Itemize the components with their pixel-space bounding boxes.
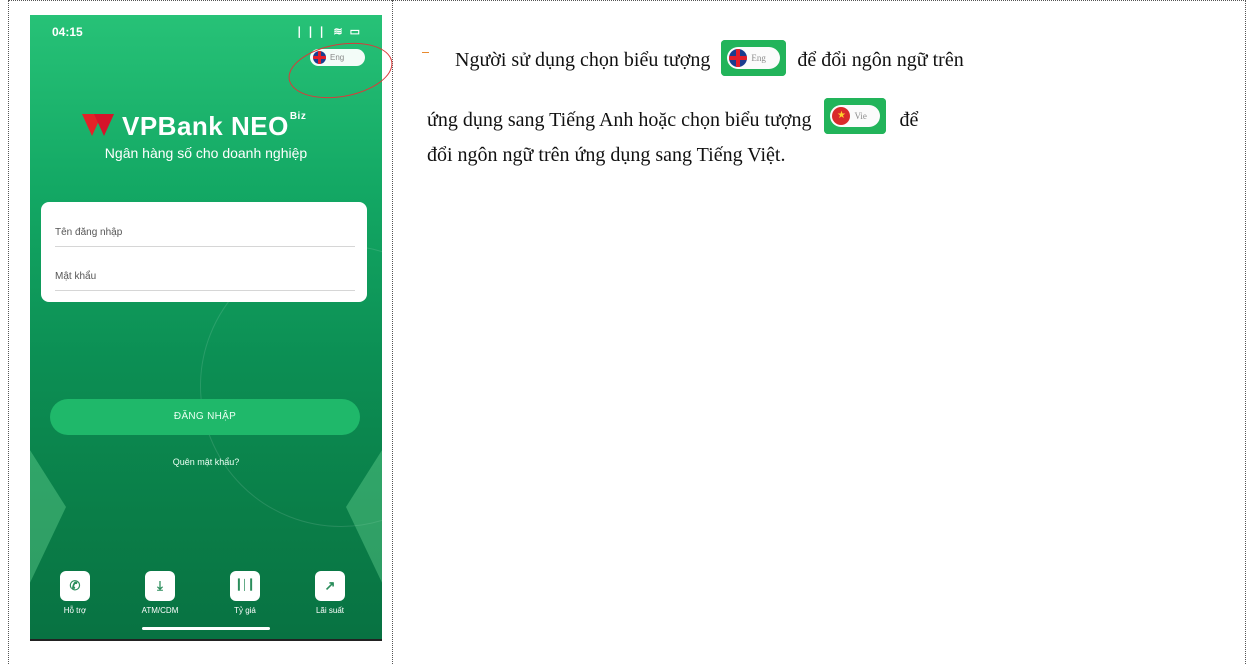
uk-flag-icon	[729, 49, 748, 67]
password-placeholder: Mật khẩu	[55, 271, 97, 282]
instruction-line-2: ứng dụng sang Tiếng Anh hoặc chọn biểu t…	[427, 98, 918, 134]
forgot-password-link[interactable]: Quên mật khẩu?	[30, 457, 382, 467]
password-field[interactable]: Mật khẩu	[55, 264, 355, 291]
phone-bottom-border	[30, 639, 382, 641]
nav-label: ATM/CDM	[141, 606, 179, 615]
vie-chip-image: ★ Vie	[824, 98, 887, 134]
nav-item-interest-rate[interactable]: ↗ Lãi suất	[295, 571, 365, 615]
instruction-line-1: Người sử dụng chọn biểu tượng Eng để đổi…	[455, 40, 964, 76]
column-divider	[392, 0, 393, 664]
phone-screenshot: 04:15 ❘❘❘ ≋ ▭ Eng VPBank NEOBiz Ngân hàn…	[30, 15, 382, 639]
bar-chart-icon: ┃│┃	[230, 571, 260, 601]
decorative-right-shape	[346, 447, 382, 587]
instruction-line-3: đổi ngôn ngữ trên ứng dụng sang Tiếng Vi…	[427, 144, 786, 166]
nav-item-exchange-rate[interactable]: ┃│┃ Tỷ giá	[210, 571, 280, 615]
username-field[interactable]: Tên đăng nhập	[55, 220, 355, 247]
nav-item-support[interactable]: ✆ Hỗ trợ	[40, 571, 110, 615]
download-icon: ⤓	[145, 571, 175, 601]
eng-chip-image: Eng	[721, 40, 787, 76]
status-icons: ❘❘❘ ≋ ▭	[294, 26, 362, 38]
brand-name: VPBank NEOBiz	[122, 110, 307, 141]
tagline: Ngân hàng số cho doanh nghiệp	[104, 145, 308, 161]
home-indicator	[142, 627, 270, 630]
nav-label: Hỗ trợ	[63, 606, 87, 615]
brand-logo: VPBank NEOBiz	[80, 111, 380, 141]
login-form: Tên đăng nhập Mật khẩu	[41, 202, 367, 302]
username-placeholder: Tên đăng nhập	[55, 227, 123, 238]
nav-label: Lãi suất	[315, 606, 345, 615]
bottom-nav: ✆ Hỗ trợ ⤓ ATM/CDM ┃│┃ Tỷ giá ↗ Lãi suất	[30, 571, 382, 631]
nav-item-atm[interactable]: ⤓ ATM/CDM	[125, 571, 195, 615]
vpbank-logo-icon	[80, 112, 116, 140]
status-bar: 04:15 ❘❘❘ ≋ ▭	[52, 25, 362, 41]
line-chart-icon: ↗	[315, 571, 345, 601]
status-time: 04:15	[52, 25, 83, 39]
decorative-left-shape	[30, 447, 66, 587]
phone-icon: ✆	[60, 571, 90, 601]
login-button[interactable]: ĐĂNG NHẬP	[50, 399, 360, 435]
nav-label: Tỷ giá	[234, 606, 256, 615]
vietnam-flag-icon: ★	[832, 107, 851, 125]
bullet-dash	[422, 52, 429, 53]
